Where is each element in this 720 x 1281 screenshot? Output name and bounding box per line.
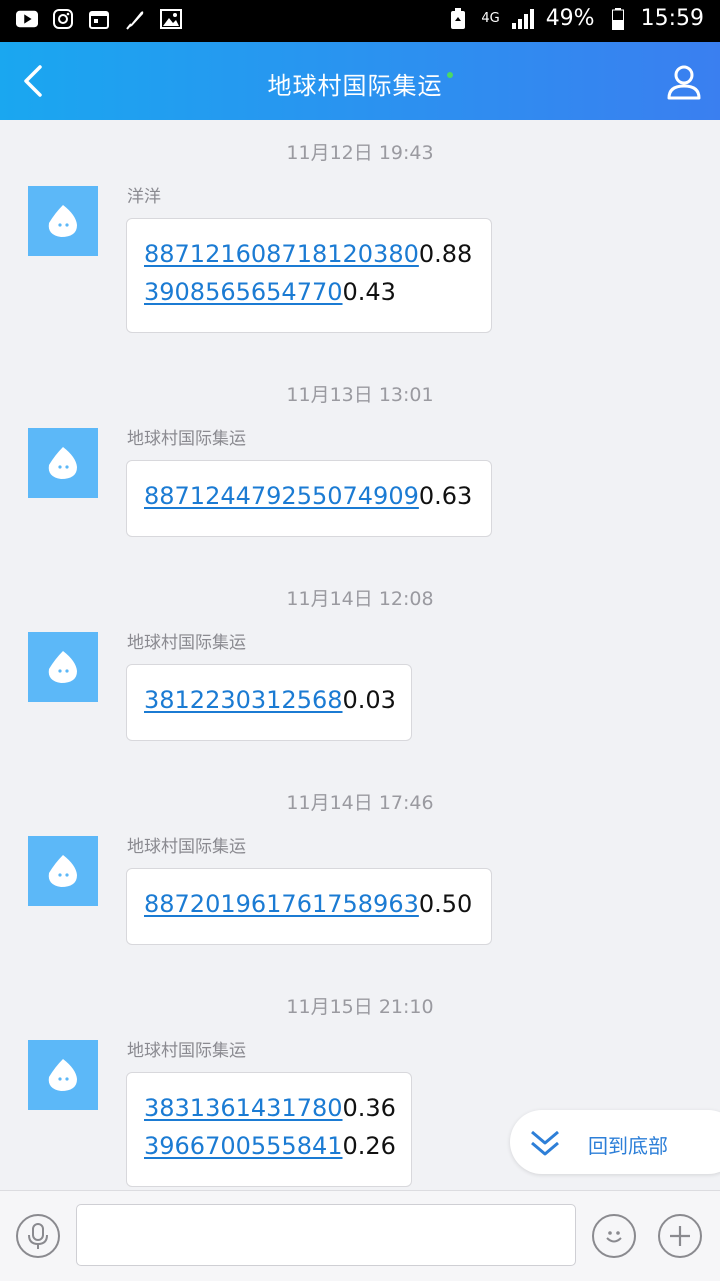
online-dot — [446, 72, 453, 78]
system-status: 4G 49% 15:59 — [447, 6, 704, 31]
chat-bubble-face-icon — [48, 855, 77, 887]
sender-name: 地球村国际集运 — [127, 1041, 246, 1061]
tracking-link[interactable]: 3966700555841 — [144, 1132, 343, 1160]
tracking-link[interactable]: 887124479255074909 — [144, 482, 419, 510]
profile-icon[interactable] — [666, 64, 702, 100]
sender-name: 地球村国际集运 — [127, 429, 246, 449]
chat-bubble-face-icon — [48, 447, 77, 479]
status-bar: 4G 49% 15:59 — [0, 0, 720, 42]
message-time: 11月13日 13:01 — [286, 384, 434, 406]
voice-button[interactable] — [16, 1214, 60, 1258]
chat-bubble-face-icon — [48, 651, 77, 683]
message-line: 38122303125680.03 — [144, 681, 396, 719]
input-bar — [0, 1190, 720, 1281]
smiley-icon — [606, 1231, 622, 1243]
signal-icon — [511, 8, 534, 30]
message-line: 39085656547700.43 — [144, 273, 473, 311]
tracking-link[interactable]: 3908565654770 — [144, 278, 343, 306]
clock: 15:59 — [640, 6, 704, 31]
back-to-bottom-button[interactable]: 回到底部 — [510, 1110, 720, 1174]
weight-text: 0.26 — [342, 1132, 396, 1160]
message-bubble[interactable]: 38313614317800.36 39667005558410.26 — [126, 1072, 412, 1187]
tracking-link[interactable]: 887201961761758963 — [144, 890, 419, 918]
plus-icon — [670, 1226, 690, 1246]
message-line: 38313614317800.36 — [144, 1089, 396, 1127]
avatar[interactable] — [28, 428, 98, 498]
message-time: 11月15日 21:10 — [286, 996, 434, 1018]
message-time: 11月14日 12:08 — [286, 588, 434, 610]
chat-bubble-face-icon — [48, 1059, 77, 1091]
back-to-bottom-label: 回到底部 — [588, 1134, 668, 1158]
message-line: 8871216087181203800.88 — [144, 235, 473, 273]
network-type: 4G — [481, 11, 500, 26]
more-button[interactable] — [658, 1214, 702, 1258]
sender-name: 地球村国际集运 — [127, 837, 246, 857]
avatar[interactable] — [28, 632, 98, 702]
page-title: 地球村国际集运 — [0, 66, 720, 101]
notification-icons — [16, 8, 182, 30]
emoji-button[interactable] — [592, 1214, 636, 1258]
recycle-battery-icon — [447, 7, 469, 30]
message-input[interactable] — [76, 1204, 576, 1266]
tracking-link[interactable]: 887121608718120380 — [144, 240, 419, 268]
instagram-icon — [52, 8, 74, 30]
weight-text: 0.88 — [418, 240, 473, 268]
avatar[interactable] — [28, 186, 98, 256]
weight-text: 0.63 — [418, 482, 473, 510]
message-time: 11月12日 19:43 — [286, 142, 434, 164]
avatar[interactable] — [28, 836, 98, 906]
message-list[interactable]: 11月12日 19:43 洋洋 8871216087181203800.88 3… — [0, 120, 720, 1190]
chat-header: 地球村国际集运 — [0, 42, 720, 120]
message-time: 11月14日 17:46 — [286, 792, 434, 814]
message-bubble[interactable]: 8871244792550749090.63 — [126, 460, 492, 537]
sender-name: 洋洋 — [127, 187, 161, 207]
weight-text: 0.36 — [342, 1094, 396, 1122]
tracking-link[interactable]: 3812230312568 — [144, 686, 343, 714]
chat-bubble-face-icon — [48, 205, 77, 237]
battery-percent: 49% — [545, 6, 595, 31]
tracking-link[interactable]: 3831361431780 — [144, 1094, 343, 1122]
weight-text: 0.50 — [418, 890, 473, 918]
weight-text: 0.43 — [342, 278, 396, 306]
battery-icon — [607, 7, 629, 30]
message-bubble[interactable]: 38122303125680.03 — [126, 664, 412, 741]
message-line: 8872019617617589630.50 — [144, 885, 473, 923]
youtube-icon — [16, 8, 38, 30]
weight-text: 0.03 — [342, 686, 396, 714]
message-bubble[interactable]: 8872019617617589630.50 — [126, 868, 492, 945]
double-chevron-down-icon — [528, 1126, 562, 1160]
calendar-icon — [88, 8, 110, 30]
message-line: 39667005558410.26 — [144, 1127, 396, 1165]
avatar[interactable] — [28, 1040, 98, 1110]
sender-name: 地球村国际集运 — [127, 633, 246, 653]
message-bubble[interactable]: 8871216087181203800.88 39085656547700.43 — [126, 218, 492, 333]
chat-title: 地球村国际集运 — [267, 72, 443, 100]
microphone-icon — [28, 1223, 48, 1249]
feather-icon — [124, 8, 146, 30]
image-icon — [160, 8, 182, 30]
message-line: 8871244792550749090.63 — [144, 477, 473, 515]
